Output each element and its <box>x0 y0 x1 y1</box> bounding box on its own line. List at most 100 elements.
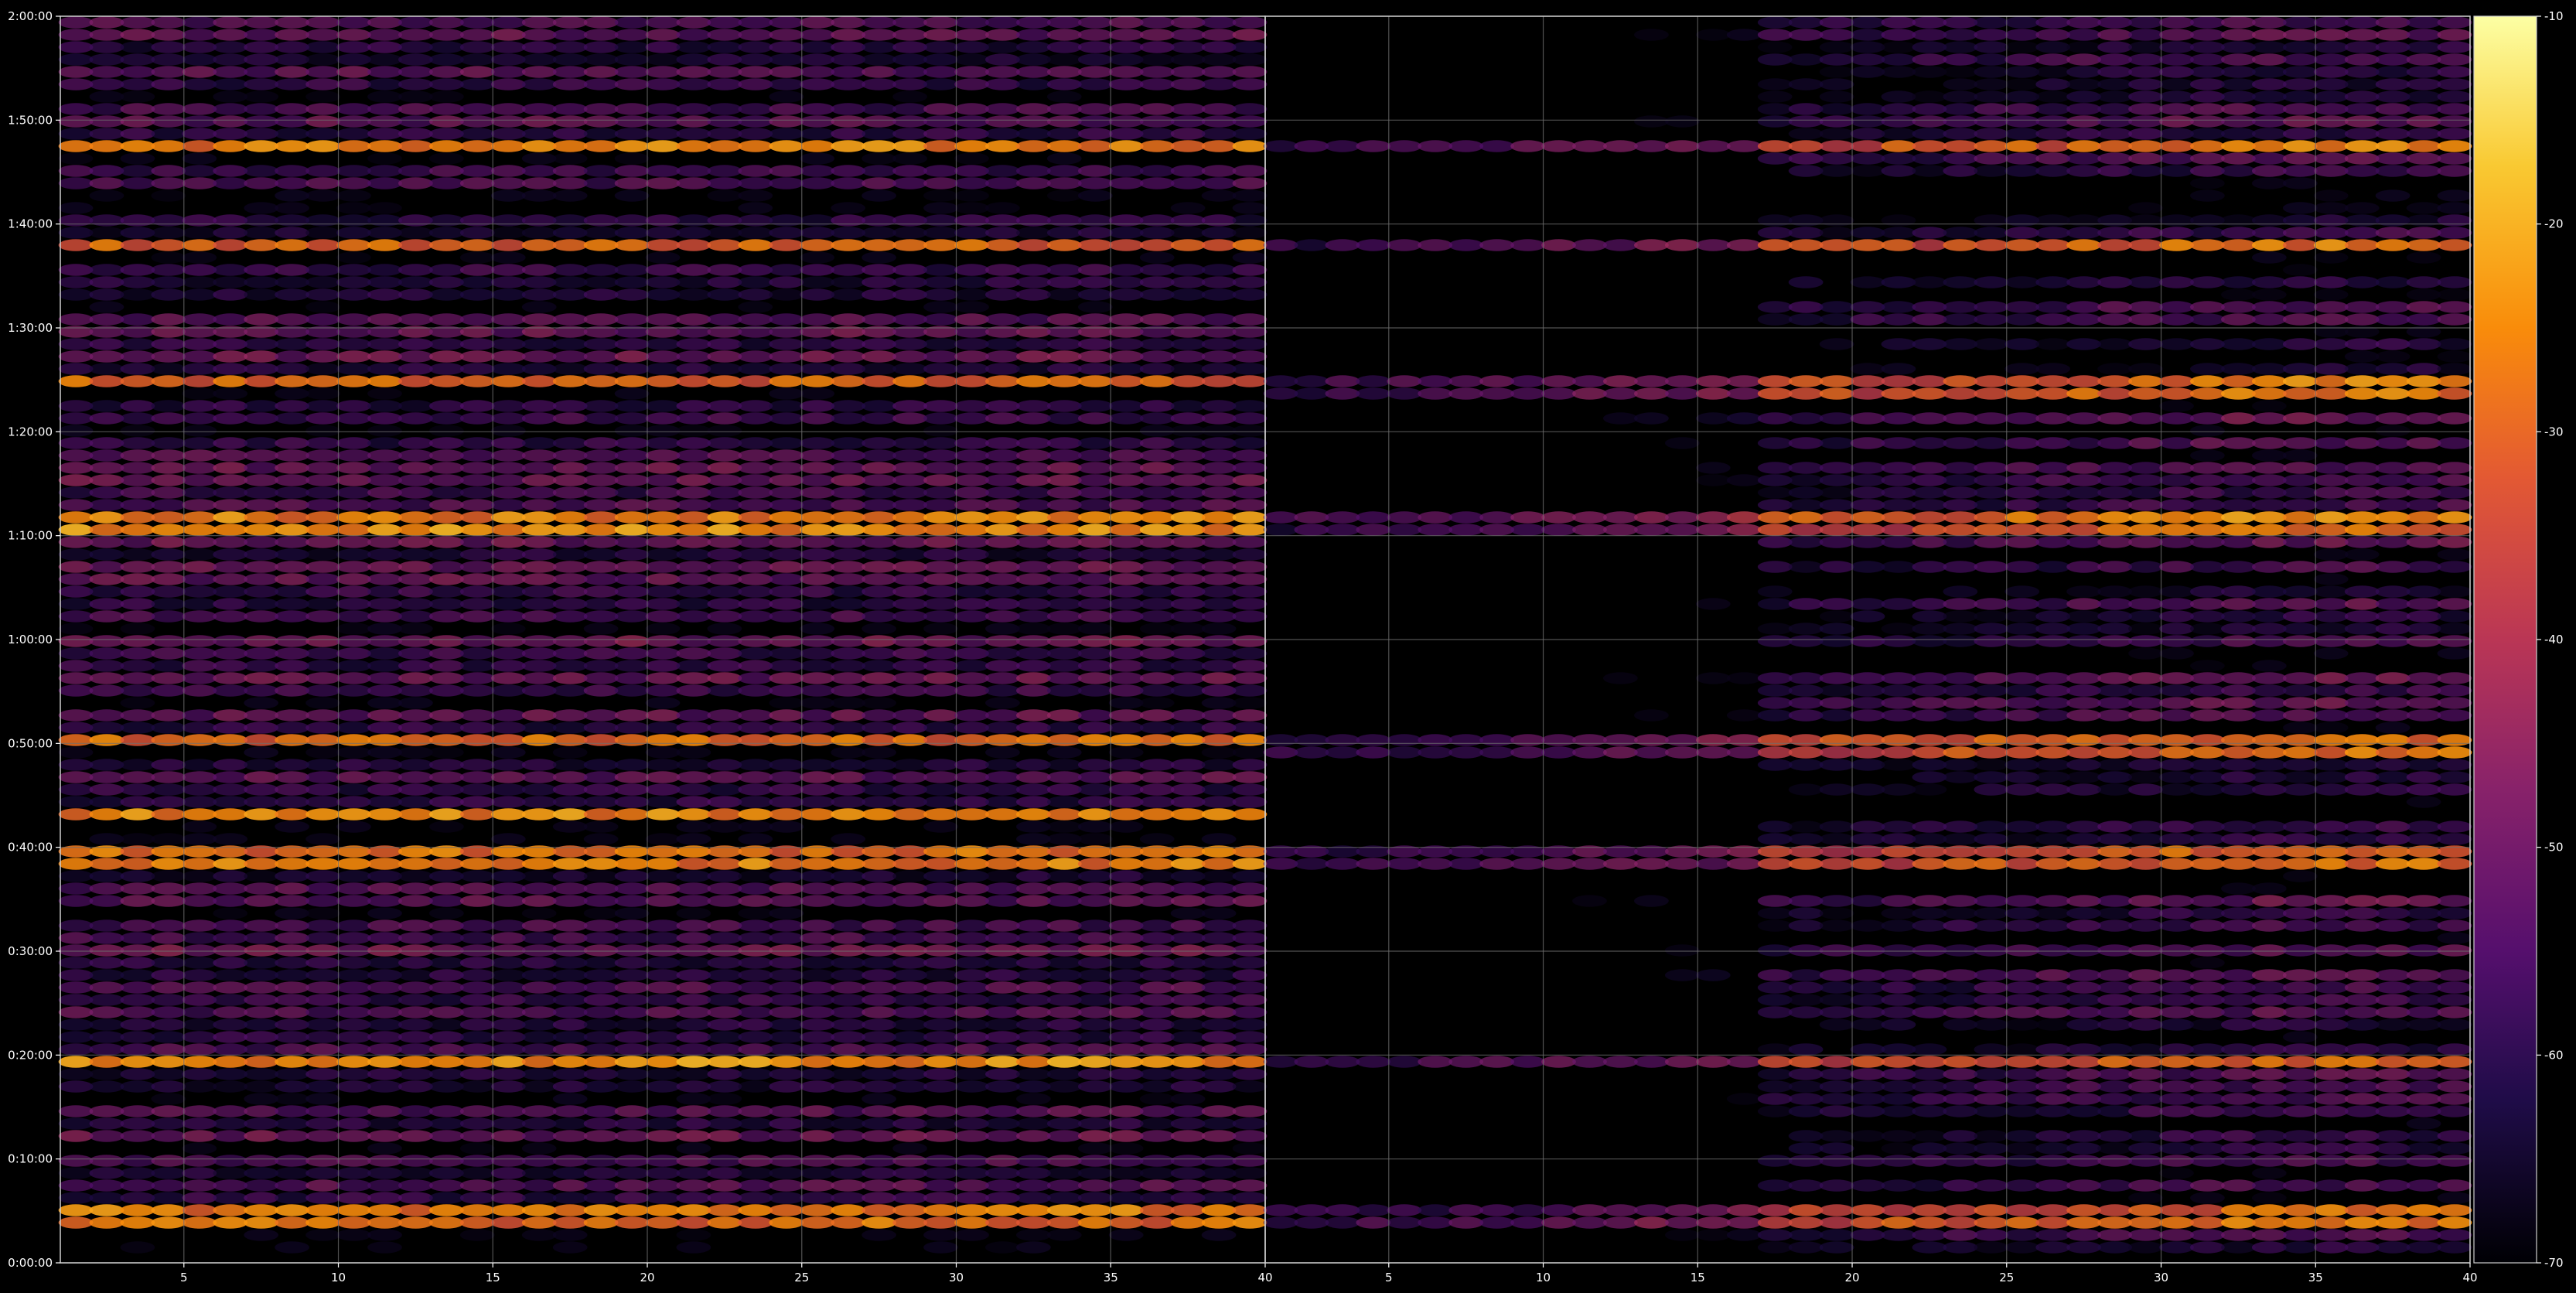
heatmap-cell <box>429 684 464 697</box>
heatmap-cell <box>305 1179 340 1192</box>
heatmap-cell <box>831 808 866 820</box>
heatmap-cell <box>2005 536 2040 548</box>
heatmap-cell <box>2128 53 2163 66</box>
heatmap-cell <box>552 1167 588 1179</box>
heatmap-cell <box>2313 969 2349 981</box>
heatmap-cell <box>182 41 217 53</box>
heatmap-cell <box>1108 932 1144 944</box>
heatmap-cell <box>336 202 371 214</box>
heatmap-cell <box>1479 375 1514 387</box>
heatmap-cell <box>1077 783 1113 796</box>
heatmap-cell <box>923 189 958 202</box>
heatmap-cell <box>244 288 279 301</box>
heatmap-cell <box>1108 783 1144 796</box>
heatmap-cell <box>583 313 619 326</box>
heatmap-cell <box>923 425 958 437</box>
heatmap-cell <box>614 709 650 722</box>
heatmap-cell <box>2251 684 2287 697</box>
heatmap-cell <box>1139 499 1175 511</box>
heatmap-cell <box>1201 16 1237 29</box>
heatmap-cell <box>398 944 433 957</box>
heatmap-cell <box>892 635 927 647</box>
heatmap-cell <box>1046 437 1082 449</box>
heatmap-cell <box>676 165 711 177</box>
heatmap-cell <box>459 338 495 350</box>
heatmap-cell <box>583 350 619 363</box>
heatmap-cell <box>182 1179 217 1192</box>
heatmap-cell <box>862 610 896 623</box>
heatmap-cell <box>213 1167 248 1179</box>
heatmap-cell <box>336 1006 371 1018</box>
heatmap-cell <box>583 41 619 53</box>
heatmap-cell <box>2344 635 2380 647</box>
heatmap-cell <box>2097 561 2133 573</box>
heatmap-cell <box>1016 313 1051 326</box>
heatmap-cell <box>892 808 927 820</box>
heatmap-cell <box>2159 635 2194 647</box>
heatmap-cell <box>521 1155 557 1167</box>
heatmap-cell <box>1974 499 2009 511</box>
heatmap-cell <box>1819 635 1854 647</box>
heatmap-cell <box>552 635 588 647</box>
heatmap-cell <box>831 684 866 697</box>
heatmap-cell <box>923 115 958 128</box>
heatmap-cell <box>985 363 1020 375</box>
heatmap-cell <box>2344 1006 2380 1018</box>
heatmap-cell <box>1170 1117 1206 1130</box>
heatmap-cell <box>1170 771 1206 783</box>
heatmap-cell <box>1695 140 1731 152</box>
heatmap-cell <box>1016 833 1051 845</box>
heatmap-cell <box>1634 709 1669 722</box>
heatmap-cell <box>2375 90 2411 103</box>
heatmap-cell <box>120 1080 155 1093</box>
heatmap-cell <box>738 1068 773 1080</box>
heatmap-cell <box>676 16 711 29</box>
heatmap-cell <box>2221 697 2256 709</box>
heatmap-cell <box>676 1155 711 1167</box>
heatmap-cell <box>676 1241 711 1254</box>
heatmap-cell <box>614 1031 650 1043</box>
heatmap-cell <box>645 1018 681 1031</box>
heatmap-cell <box>1788 684 1824 697</box>
heatmap-cell <box>151 858 186 870</box>
heatmap-cell <box>1881 29 1916 41</box>
heatmap-cell <box>769 140 804 152</box>
heatmap-cell <box>1912 165 1947 177</box>
heatmap-cell <box>769 969 804 981</box>
heatmap-cell <box>1974 41 2009 53</box>
heatmap-cell <box>2005 128 2040 140</box>
heatmap-cell <box>552 957 588 969</box>
heatmap-cell <box>800 697 835 709</box>
heatmap-cell <box>521 16 557 29</box>
heatmap-cell <box>954 1018 989 1031</box>
heatmap-cell <box>367 1043 402 1056</box>
heatmap-cell <box>1757 759 1793 771</box>
heatmap-cell <box>336 41 371 53</box>
heatmap-cell <box>120 969 155 981</box>
heatmap-cell <box>336 251 371 264</box>
heatmap-cell <box>459 511 495 524</box>
heatmap-cell <box>954 29 989 41</box>
heatmap-cell <box>552 969 588 981</box>
heatmap-cell <box>1139 895 1175 907</box>
heatmap-cell <box>614 53 650 66</box>
heatmap-cell <box>2035 412 2071 425</box>
heatmap-cell <box>2128 623 2163 635</box>
heatmap-cell <box>862 103 896 115</box>
heatmap-cell <box>1108 350 1144 363</box>
heatmap-cell <box>305 350 340 363</box>
heatmap-cell <box>707 573 742 585</box>
heatmap-cell <box>521 981 557 994</box>
heatmap-cell <box>120 152 155 165</box>
heatmap-cell <box>707 536 742 548</box>
heatmap-cell <box>614 1006 650 1018</box>
heatmap-cell <box>2221 759 2256 771</box>
heatmap-cell <box>1077 833 1113 845</box>
heatmap-cell <box>2221 301 2256 313</box>
heatmap-cell <box>2313 623 2349 635</box>
heatmap-cell <box>521 585 557 598</box>
heatmap-cell <box>645 623 681 635</box>
heatmap-cell <box>954 239 989 251</box>
heatmap-cell <box>2097 387 2133 400</box>
heatmap-cell <box>1139 276 1175 288</box>
